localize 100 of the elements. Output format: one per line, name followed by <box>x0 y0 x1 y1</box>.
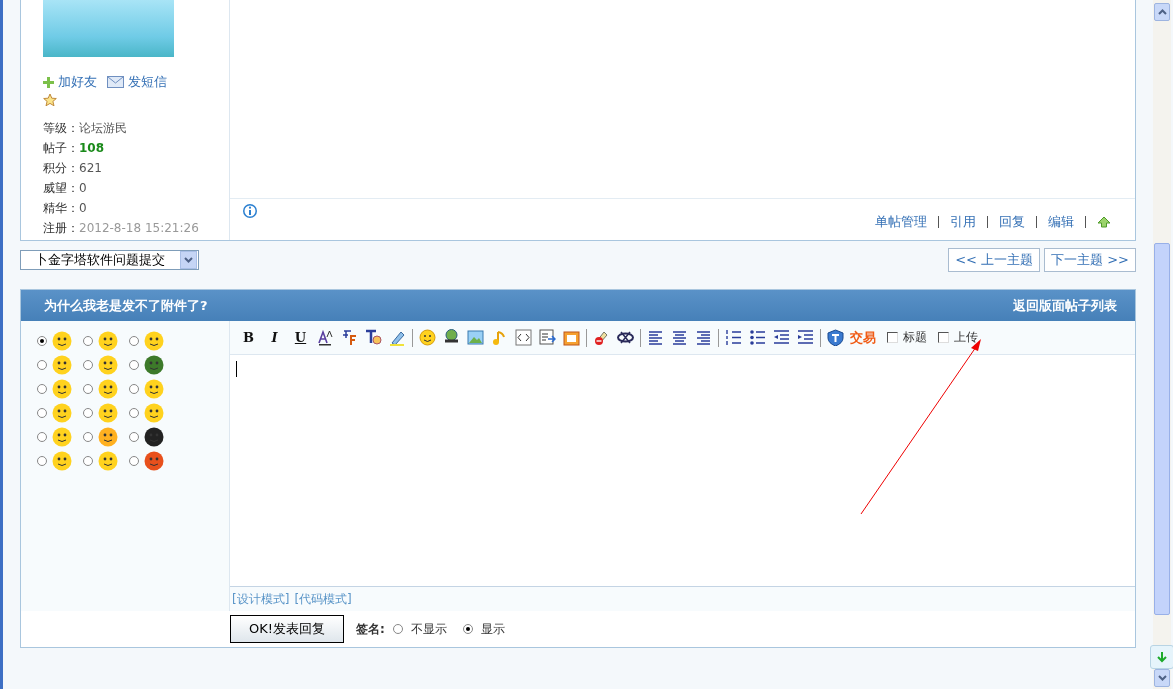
stat-label: 等级： <box>43 121 79 135</box>
radio-button[interactable] <box>129 336 139 346</box>
forum-select[interactable]: 卜金字塔软件问题提交 <box>20 250 199 270</box>
checkbox[interactable] <box>938 332 949 343</box>
scroll-up-button[interactable] <box>1154 3 1170 21</box>
stat-value: 0 <box>79 181 87 195</box>
font-face-icon[interactable] <box>341 329 358 346</box>
emoticon-icon <box>98 331 118 351</box>
info-icon <box>242 203 258 219</box>
radio-button[interactable] <box>129 384 139 394</box>
media-icon[interactable] <box>563 329 580 346</box>
emoticon-icon <box>98 451 118 471</box>
emoticon-icon <box>52 331 72 351</box>
emoticon-icon <box>144 379 164 399</box>
stat-label: 威望： <box>43 181 79 195</box>
down-arrow-icon <box>1156 651 1168 663</box>
radio-button[interactable] <box>37 360 47 370</box>
radio-button[interactable] <box>83 432 93 442</box>
radio-button[interactable] <box>83 384 93 394</box>
stat-value: 论坛游民 <box>79 121 127 135</box>
indent-icon[interactable] <box>797 329 814 346</box>
format-button[interactable]: B <box>238 330 259 345</box>
scroll-down-button[interactable] <box>1154 669 1170 687</box>
post-action-link[interactable]: 编辑 <box>1048 213 1074 231</box>
post-action-link[interactable]: 引用 <box>950 213 976 231</box>
text-color-icon[interactable] <box>365 329 382 346</box>
emoticon-icon <box>144 355 164 375</box>
format-button[interactable]: U <box>290 330 311 345</box>
stat-label: 积分： <box>43 161 79 175</box>
radio-button[interactable] <box>37 336 47 346</box>
stat-label: 注册： <box>43 221 79 235</box>
shield-icon[interactable] <box>827 329 844 346</box>
topic-nav-button[interactable]: 下一主题 >> <box>1044 248 1136 272</box>
radio-button[interactable] <box>37 408 47 418</box>
text-cursor <box>236 361 237 377</box>
author-link[interactable]: 发短信 <box>128 73 167 91</box>
emoticon-icon <box>144 403 164 423</box>
radio-button[interactable] <box>83 360 93 370</box>
stat-value: 621 <box>79 161 102 175</box>
bullet-list-icon[interactable] <box>749 329 766 346</box>
envelope-icon <box>107 76 124 88</box>
stat-label: 精华： <box>43 201 79 215</box>
radio-button[interactable] <box>37 432 47 442</box>
checkbox-label: 上传 <box>954 329 978 346</box>
dropdown-icon <box>184 257 193 263</box>
chevron-up-icon <box>1157 9 1167 15</box>
back-to-list-link[interactable]: 返回版面帖子列表 <box>1013 296 1117 315</box>
align-center-icon[interactable] <box>671 329 688 346</box>
radio-button[interactable] <box>37 384 47 394</box>
emoticon-icon <box>52 451 72 471</box>
numbered-list-icon[interactable] <box>725 329 742 346</box>
radio-button[interactable] <box>129 408 139 418</box>
emoticon-icon <box>144 331 164 351</box>
checkbox[interactable] <box>887 332 898 343</box>
signature-label: 签名: <box>356 620 385 638</box>
editor-mode-link[interactable]: [设计模式] <box>232 590 290 608</box>
font-size-icon[interactable] <box>317 329 334 346</box>
radio-button[interactable] <box>462 624 473 634</box>
emoticon-icon <box>52 403 72 423</box>
outdent-icon[interactable] <box>773 329 790 346</box>
radio-button[interactable] <box>129 360 139 370</box>
star-icon <box>43 93 57 107</box>
editor-mode-link[interactable]: [代码模式] <box>294 590 352 608</box>
emoticon-icon <box>52 355 72 375</box>
checkbox-label: 标题 <box>903 329 927 346</box>
align-right-icon[interactable] <box>695 329 712 346</box>
plus-icon <box>43 76 54 88</box>
radio-button[interactable] <box>83 456 93 466</box>
topic-nav-button[interactable]: << 上一主题 <box>948 248 1041 272</box>
music-note-icon[interactable] <box>491 329 508 346</box>
post-action-link[interactable]: 回复 <box>999 213 1025 231</box>
stat-label: 帖子： <box>43 141 79 155</box>
radio-button[interactable] <box>83 408 93 418</box>
emoticon-icon <box>98 379 118 399</box>
up-arrow-icon[interactable] <box>1097 216 1111 228</box>
align-left-icon[interactable] <box>647 329 664 346</box>
highlighter-icon[interactable] <box>389 329 406 346</box>
submit-button[interactable]: OK!发表回复 <box>230 615 344 643</box>
topic-title: 为什么我老是发不了附件了? <box>44 296 208 315</box>
post-action-link[interactable]: 单帖管理 <box>875 213 927 231</box>
image-icon[interactable] <box>467 329 484 346</box>
author-link[interactable]: 加好友 <box>58 73 97 91</box>
smiley-icon[interactable] <box>419 329 436 346</box>
trade-button[interactable]: 交易 <box>850 328 876 347</box>
radio-button[interactable] <box>392 624 403 634</box>
scroll-thumb[interactable] <box>1154 243 1170 615</box>
remove-format-icon[interactable] <box>593 329 610 346</box>
emoticon-icon <box>144 427 164 447</box>
radio-button[interactable] <box>37 456 47 466</box>
radio-label: 显示 <box>480 620 505 638</box>
scrollbar[interactable] <box>1153 0 1171 689</box>
radio-button[interactable] <box>129 432 139 442</box>
code-icon[interactable] <box>515 329 532 346</box>
radio-button[interactable] <box>129 456 139 466</box>
emoticon-icon <box>98 427 118 447</box>
radio-button[interactable] <box>83 336 93 346</box>
format-button[interactable]: I <box>264 330 285 345</box>
scroll-to-bottom-button[interactable] <box>1150 645 1173 669</box>
insert-document-icon[interactable] <box>539 329 556 346</box>
emoticon-icon <box>52 427 72 447</box>
